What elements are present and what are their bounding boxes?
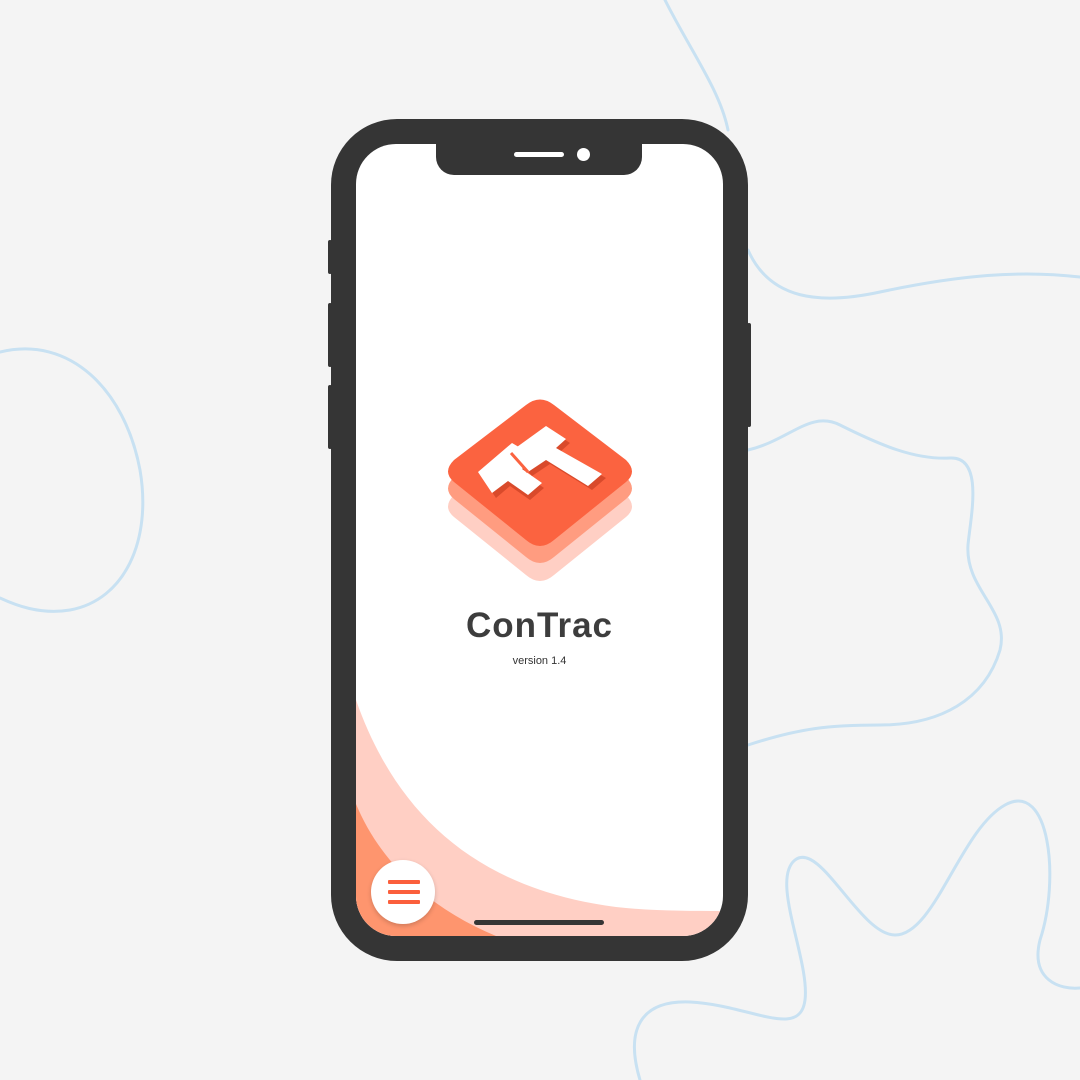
menu-bar-top — [388, 880, 420, 884]
menu-button[interactable] — [371, 860, 435, 924]
speaker-grill — [514, 152, 564, 157]
app-title: ConTrac — [465, 606, 614, 645]
app-version: version 1.4 — [512, 655, 567, 667]
power-button — [747, 323, 751, 427]
volume-down-button — [328, 385, 332, 449]
home-indicator[interactable] — [474, 920, 604, 925]
phone-screen: ConTrac version 1.4 — [356, 144, 723, 936]
menu-bar-middle — [388, 890, 420, 894]
front-camera — [577, 148, 590, 161]
contrac-logo-icon — [448, 399, 632, 581]
phone-notch — [436, 144, 642, 175]
phone-frame: ConTrac version 1.4 — [328, 119, 751, 961]
volume-up-button — [328, 303, 332, 367]
mute-switch — [328, 240, 332, 274]
stage: ConTrac version 1.4 — [0, 0, 1080, 1080]
menu-bar-bottom — [388, 900, 420, 904]
